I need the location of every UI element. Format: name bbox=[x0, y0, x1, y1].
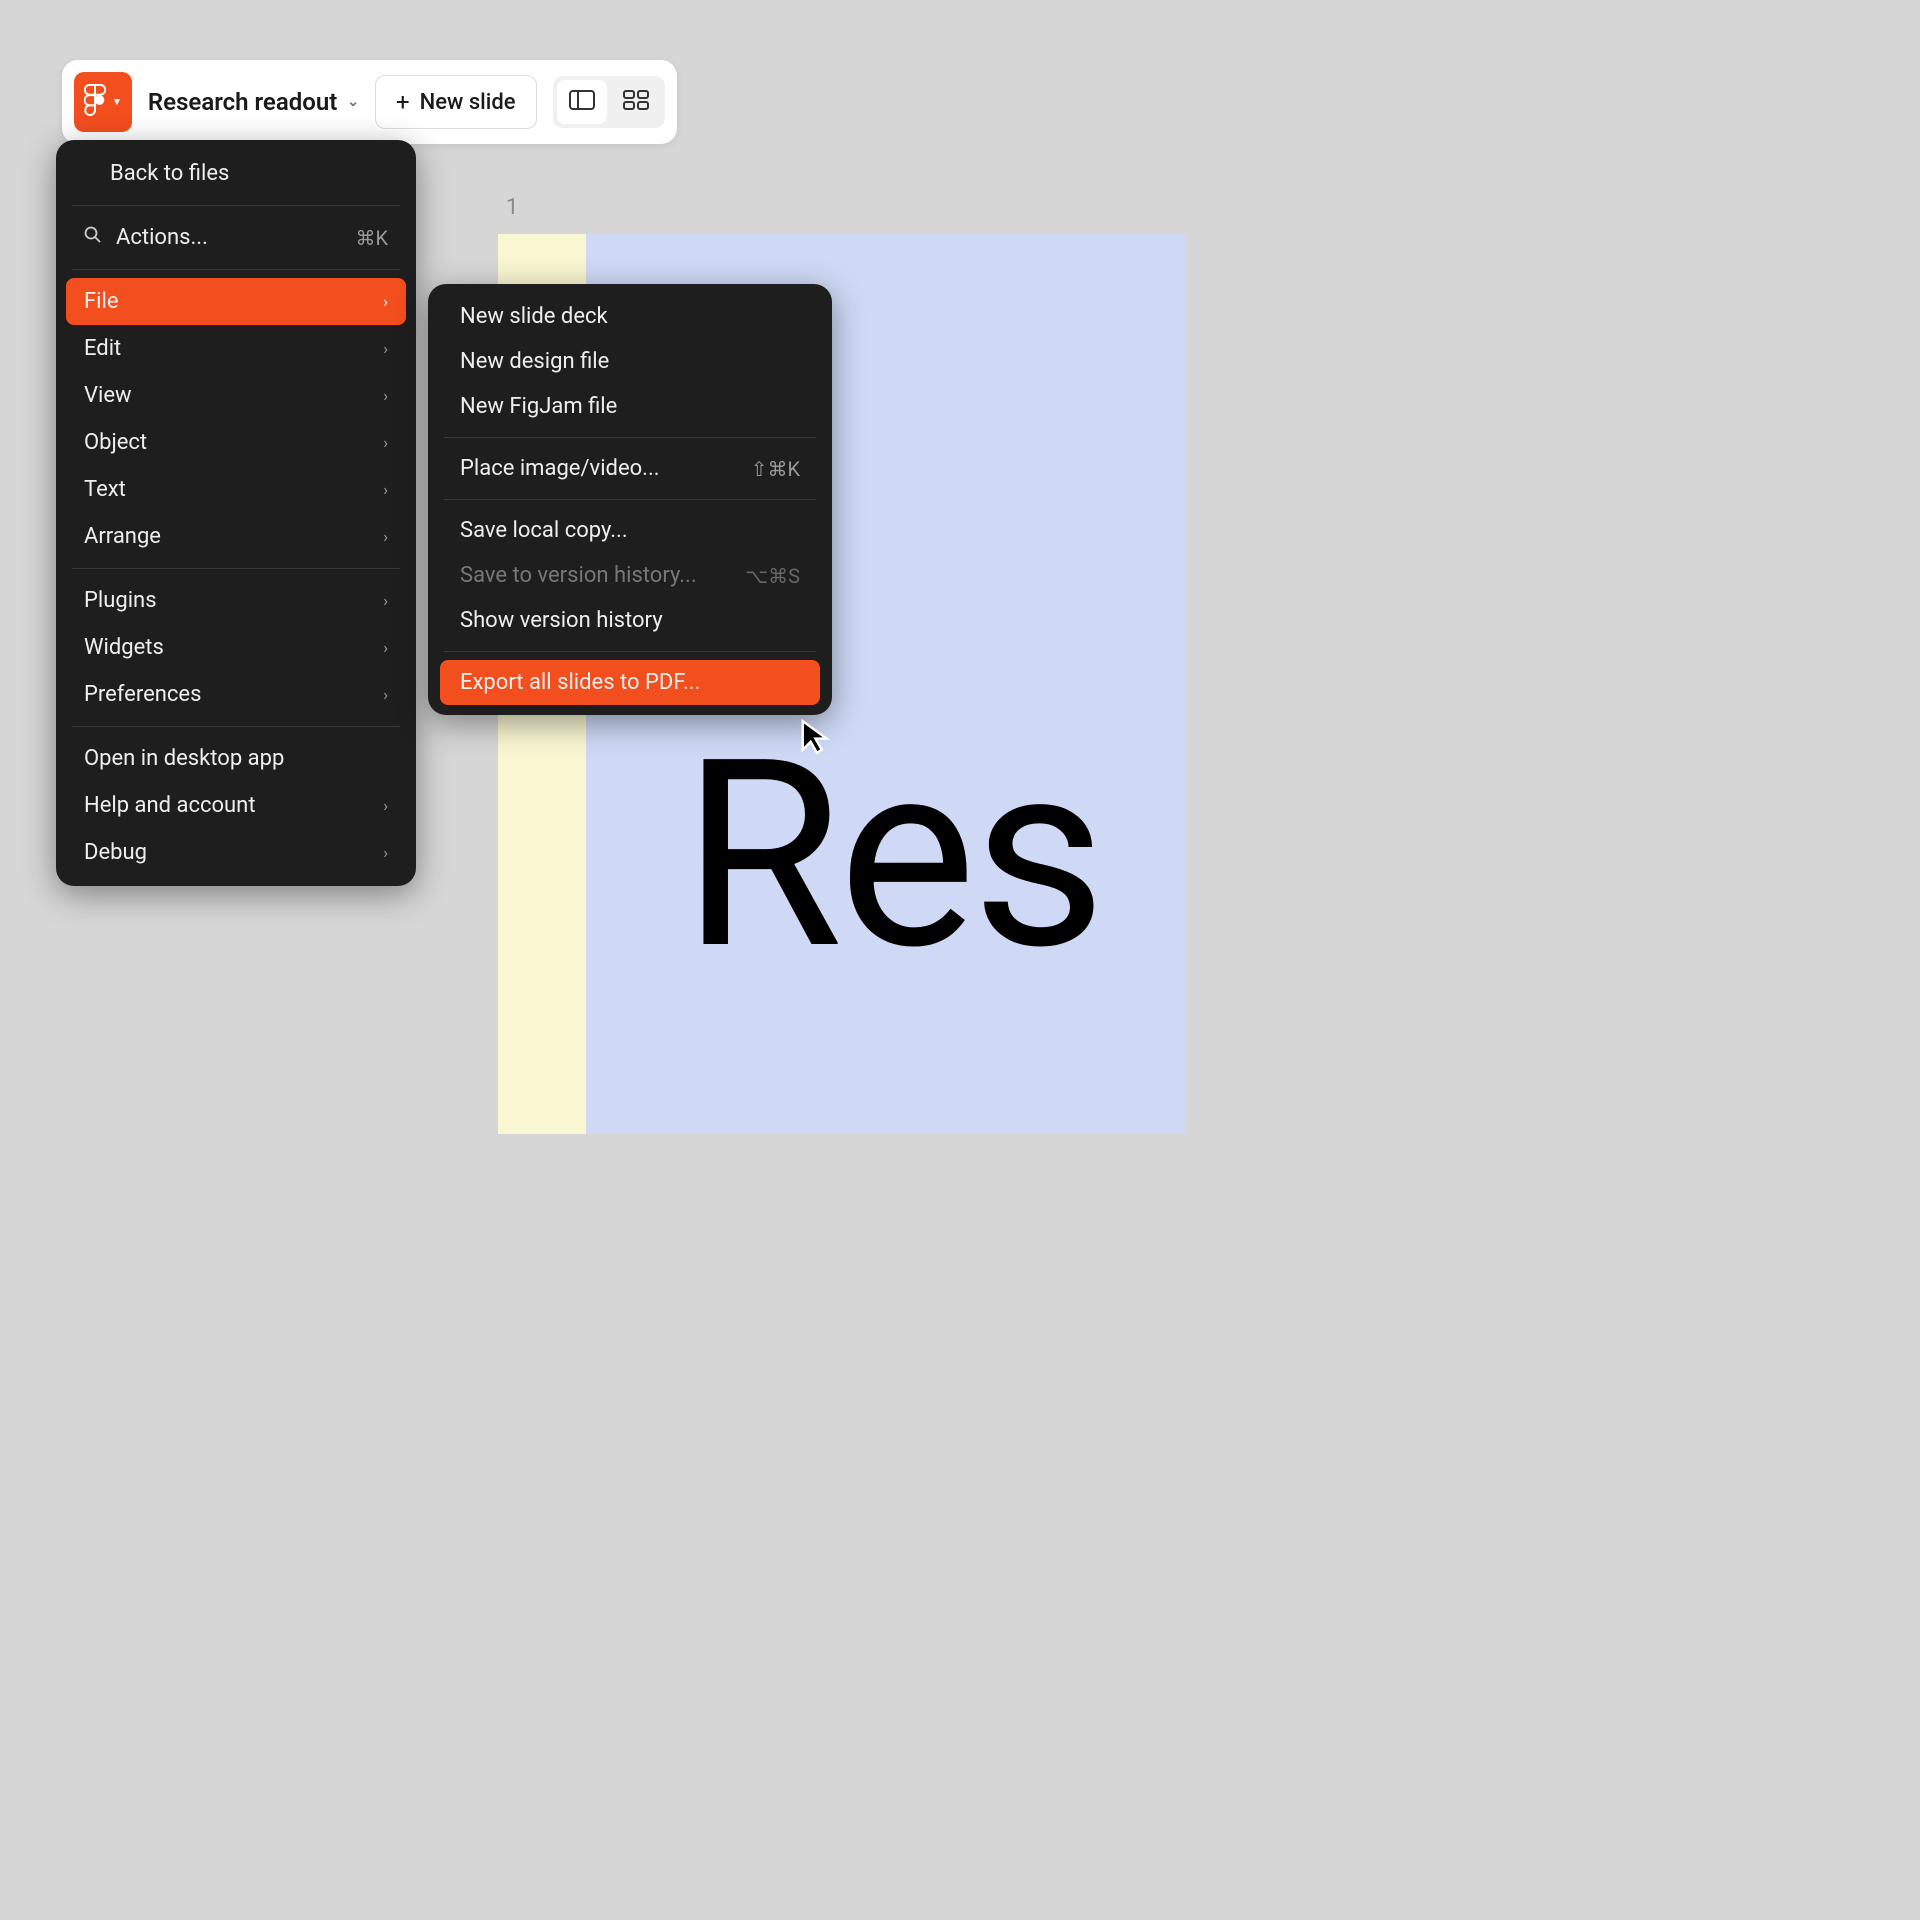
menu-divider bbox=[444, 437, 816, 438]
submenu-save-version-shortcut: ⌥⌘S bbox=[745, 564, 800, 588]
submenu-place-image-shortcut: ⇧⌘K bbox=[751, 457, 800, 481]
menu-plugins[interactable]: Plugins › bbox=[56, 577, 416, 624]
menu-arrange[interactable]: Arrange › bbox=[56, 513, 416, 560]
menu-preferences[interactable]: Preferences › bbox=[56, 671, 416, 718]
file-submenu: New slide deck New design file New FigJa… bbox=[428, 284, 832, 715]
menu-divider bbox=[72, 269, 400, 270]
chevron-right-icon: › bbox=[383, 685, 388, 704]
single-view-icon bbox=[569, 90, 595, 114]
submenu-new-figjam-label: New FigJam file bbox=[460, 394, 617, 419]
chevron-right-icon: › bbox=[383, 591, 388, 610]
submenu-save-local-label: Save local copy... bbox=[460, 518, 628, 543]
menu-debug-label: Debug bbox=[84, 840, 147, 865]
menu-help-account-label: Help and account bbox=[84, 793, 256, 818]
main-dropdown-menu: Back to files Actions... ⌘K File › Edit … bbox=[56, 140, 416, 886]
submenu-save-version: Save to version history... ⌥⌘S bbox=[428, 553, 832, 598]
main-toolbar: ▼ Research readout ⌄ + New slide bbox=[62, 60, 677, 144]
menu-actions-label: Actions... bbox=[116, 225, 208, 250]
chevron-right-icon: › bbox=[383, 527, 388, 546]
menu-debug[interactable]: Debug › bbox=[56, 829, 416, 876]
menu-divider bbox=[444, 651, 816, 652]
search-icon bbox=[84, 225, 102, 250]
submenu-new-slide-deck-label: New slide deck bbox=[460, 304, 608, 329]
submenu-new-slide-deck[interactable]: New slide deck bbox=[428, 294, 832, 339]
menu-divider bbox=[72, 726, 400, 727]
menu-divider bbox=[444, 499, 816, 500]
submenu-new-figjam[interactable]: New FigJam file bbox=[428, 384, 832, 429]
submenu-save-local[interactable]: Save local copy... bbox=[428, 508, 832, 553]
menu-view-label: View bbox=[84, 383, 132, 408]
figma-logo-icon bbox=[84, 84, 106, 120]
submenu-place-image[interactable]: Place image/video... ⇧⌘K bbox=[428, 446, 832, 491]
slide-title-text[interactable]: Res bbox=[682, 704, 1102, 1008]
grid-view-icon bbox=[623, 90, 649, 114]
submenu-show-version-label: Show version history bbox=[460, 608, 663, 633]
submenu-place-image-label: Place image/video... bbox=[460, 456, 660, 481]
chevron-down-icon: ⌄ bbox=[347, 94, 359, 110]
chevron-right-icon: › bbox=[383, 843, 388, 862]
menu-object-label: Object bbox=[84, 430, 147, 455]
menu-edit[interactable]: Edit › bbox=[56, 325, 416, 372]
chevron-right-icon: › bbox=[383, 796, 388, 815]
menu-help-account[interactable]: Help and account › bbox=[56, 782, 416, 829]
figma-menu-button[interactable]: ▼ bbox=[74, 72, 132, 132]
submenu-show-version[interactable]: Show version history bbox=[428, 598, 832, 643]
file-name-label: Research readout bbox=[148, 88, 337, 116]
grid-view-button[interactable] bbox=[611, 80, 661, 124]
menu-file-label: File bbox=[84, 289, 119, 314]
menu-arrange-label: Arrange bbox=[84, 524, 161, 549]
menu-plugins-label: Plugins bbox=[84, 588, 157, 613]
menu-widgets[interactable]: Widgets › bbox=[56, 624, 416, 671]
chevron-right-icon: › bbox=[383, 433, 388, 452]
menu-open-desktop-label: Open in desktop app bbox=[84, 746, 284, 771]
submenu-new-design-file-label: New design file bbox=[460, 349, 609, 374]
chevron-right-icon: › bbox=[383, 480, 388, 499]
submenu-export-pdf-label: Export all slides to PDF... bbox=[460, 670, 700, 695]
menu-text-label: Text bbox=[84, 477, 126, 502]
new-slide-button[interactable]: + New slide bbox=[375, 75, 537, 129]
single-view-button[interactable] bbox=[557, 80, 607, 124]
menu-object[interactable]: Object › bbox=[56, 419, 416, 466]
view-mode-toggle bbox=[553, 76, 665, 128]
chevron-down-icon: ▼ bbox=[112, 97, 122, 108]
menu-view[interactable]: View › bbox=[56, 372, 416, 419]
slide-number: 1 bbox=[506, 195, 1080, 220]
menu-widgets-label: Widgets bbox=[84, 635, 164, 660]
menu-open-desktop[interactable]: Open in desktop app bbox=[56, 735, 416, 782]
submenu-new-design-file[interactable]: New design file bbox=[428, 339, 832, 384]
menu-actions[interactable]: Actions... ⌘K bbox=[56, 214, 416, 261]
menu-text[interactable]: Text › bbox=[56, 466, 416, 513]
chevron-right-icon: › bbox=[383, 292, 388, 311]
plus-icon: + bbox=[396, 88, 410, 116]
submenu-save-version-label: Save to version history... bbox=[460, 563, 697, 588]
new-slide-label: New slide bbox=[420, 90, 516, 115]
menu-file[interactable]: File › bbox=[66, 278, 406, 325]
chevron-right-icon: › bbox=[383, 386, 388, 405]
menu-preferences-label: Preferences bbox=[84, 682, 201, 707]
submenu-export-pdf[interactable]: Export all slides to PDF... bbox=[440, 660, 820, 705]
file-name-dropdown[interactable]: Research readout ⌄ bbox=[148, 88, 359, 116]
chevron-right-icon: › bbox=[383, 339, 388, 358]
menu-edit-label: Edit bbox=[84, 336, 121, 361]
chevron-right-icon: › bbox=[383, 638, 388, 657]
menu-divider bbox=[72, 205, 400, 206]
menu-divider bbox=[72, 568, 400, 569]
menu-back-to-files[interactable]: Back to files bbox=[56, 150, 416, 197]
menu-actions-shortcut: ⌘K bbox=[355, 226, 388, 250]
